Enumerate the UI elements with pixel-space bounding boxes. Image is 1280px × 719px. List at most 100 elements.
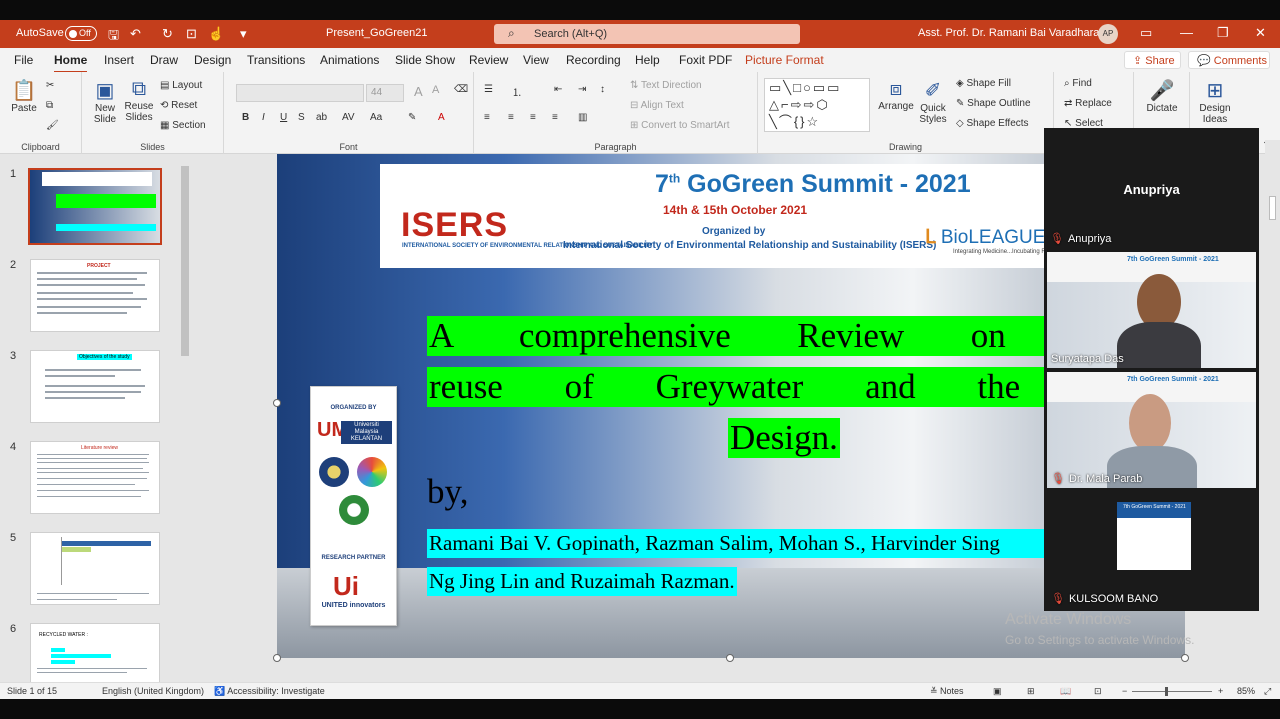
copy-icon[interactable]: ⧉ (46, 100, 53, 111)
zoom-slider-thumb[interactable] (1165, 687, 1168, 696)
participant-tile-kulsoom[interactable]: 7th GoGreen Summit - 2021 🎙 KULSOOM BANO (1047, 492, 1256, 608)
normal-view-icon[interactable]: ▣ (993, 686, 1002, 697)
increase-indent-icon[interactable]: ⇥ (578, 84, 586, 95)
columns-icon[interactable]: ▥ (578, 112, 587, 123)
touch-mode-icon[interactable]: ☝ (208, 26, 224, 42)
new-slide-button[interactable]: ▣ New Slide (88, 78, 122, 125)
slide-thumbnail-4[interactable]: Literature review (30, 441, 160, 514)
convert-smartart-button[interactable]: ⊞ Convert to SmartArt (630, 120, 730, 131)
save-icon[interactable]: 🖫 (108, 26, 119, 48)
ribbon-display-icon[interactable]: ▭ (1140, 25, 1152, 41)
replace-button[interactable]: ⇄ Replace (1064, 98, 1112, 109)
strikethrough-icon[interactable]: ab (316, 112, 327, 123)
decrease-indent-icon[interactable]: ⇤ (554, 84, 562, 95)
align-left-icon[interactable]: ≡ (484, 112, 490, 123)
tab-view[interactable]: View (523, 53, 549, 67)
share-button[interactable]: ⇪ Share (1124, 51, 1181, 69)
arrange-button[interactable]: ⧈ Arrange (878, 78, 914, 112)
design-ideas-button[interactable]: ⊞ Design Ideas (1192, 78, 1238, 125)
zoom-slider-track[interactable] (1132, 691, 1212, 692)
redo-icon[interactable]: ↻ (162, 26, 173, 42)
tab-animations[interactable]: Animations (320, 53, 379, 67)
shape-effects-button[interactable]: ◇ Shape Effects (956, 118, 1029, 129)
align-text-button[interactable]: ⊟ Align Text (630, 100, 684, 111)
search-box[interactable]: ⌕ Search (Alt+Q) (494, 24, 800, 44)
tab-file[interactable]: File (14, 53, 33, 67)
tab-help[interactable]: Help (635, 53, 660, 67)
tab-design[interactable]: Design (194, 53, 231, 67)
tab-home[interactable]: Home (54, 53, 88, 74)
reset-button[interactable]: ⟲ Reset (160, 100, 197, 111)
clear-format-icon[interactable]: ⌫ (454, 84, 468, 95)
participant-tile-suryatapa[interactable]: 7th GoGreen Summit - 2021 Suryatapa Das (1047, 252, 1256, 368)
find-button[interactable]: ⌕ Find (1064, 78, 1092, 89)
bullets-icon[interactable]: ☰ (484, 84, 493, 95)
slide-thumbnail-5[interactable] (30, 532, 160, 605)
shadow-icon[interactable]: S (298, 112, 305, 123)
align-right-icon[interactable]: ≡ (530, 112, 536, 123)
char-spacing-icon[interactable]: AV (342, 112, 355, 123)
zoom-out-icon[interactable]: − (1122, 686, 1127, 696)
restore-icon[interactable]: ❐ (1217, 25, 1229, 41)
align-center-icon[interactable]: ≡ (508, 112, 514, 123)
comments-button[interactable]: 💬 Comments (1188, 51, 1270, 69)
avatar[interactable]: AP (1098, 24, 1118, 44)
paste-button[interactable]: 📋 Paste (8, 78, 40, 114)
resize-handle-left[interactable] (273, 399, 281, 407)
change-case-icon[interactable]: Aa (370, 112, 382, 123)
font-size-box[interactable]: 44 (366, 84, 404, 102)
decrease-font-icon[interactable]: A (432, 84, 439, 96)
cut-icon[interactable]: ✂ (46, 80, 54, 91)
shape-fill-button[interactable]: ◈ Shape Fill (956, 78, 1011, 89)
customize-qat-icon[interactable]: ▾ (240, 26, 247, 42)
thumbnails-scrollbar[interactable] (178, 154, 192, 682)
justify-icon[interactable]: ≡ (552, 112, 558, 123)
slide-thumbnail-3[interactable]: Objectives of the study (30, 350, 160, 423)
reuse-slides-button[interactable]: ⧉ Reuse Slides (122, 78, 156, 123)
resize-handle-bottom-left[interactable] (273, 654, 281, 662)
slide-title-line-3[interactable]: Design. (728, 418, 840, 458)
resize-handle-bottom[interactable] (726, 654, 734, 662)
thumbnails-scrollbar-thumb[interactable] (181, 166, 189, 356)
slide-by-label[interactable]: by, (427, 472, 468, 512)
tab-draw[interactable]: Draw (150, 53, 178, 67)
tab-picture-format[interactable]: Picture Format (745, 53, 824, 67)
document-filename[interactable]: Present_GoGreen21 (326, 27, 428, 39)
layout-button[interactable]: ▤ Layout (160, 80, 202, 91)
tab-transitions[interactable]: Transitions (247, 53, 305, 67)
underline-icon[interactable]: U (280, 112, 287, 123)
notes-button[interactable]: ≚ Notes (930, 686, 964, 697)
zoom-in-icon[interactable]: + (1218, 686, 1223, 696)
numbering-icon[interactable]: ⒈ (512, 84, 522, 99)
line-spacing-icon[interactable]: ↕ (600, 84, 605, 95)
font-name-box[interactable] (236, 84, 364, 102)
canvas-scrollbar[interactable] (1265, 140, 1280, 682)
quick-styles-button[interactable]: ✐ Quick Styles (914, 78, 952, 125)
minimize-icon[interactable]: — (1180, 25, 1193, 40)
italic-icon[interactable]: I (262, 112, 265, 123)
dictate-button[interactable]: 🎤 Dictate (1144, 78, 1180, 114)
rollup-banner-image[interactable]: ORGANIZED BY UMK Universiti Malaysia KEL… (310, 386, 397, 626)
shape-outline-button[interactable]: ✎ Shape Outline (956, 98, 1031, 109)
font-color-icon[interactable]: A (438, 112, 445, 123)
shapes-gallery[interactable]: ▭╲□○▭▭ △⌐⇨⇨⬡ ╲⌒{}☆ (764, 78, 870, 132)
tab-review[interactable]: Review (469, 53, 508, 67)
zoom-level[interactable]: 85% (1237, 686, 1255, 696)
highlight-icon[interactable]: ✎ (408, 112, 416, 123)
slide-authors-line-2[interactable]: Ng Jing Lin and Ruzaimah Razman. (427, 567, 737, 596)
fit-slide-icon[interactable]: ⤢ (1264, 686, 1271, 697)
slideshow-icon[interactable]: ⊡ (1094, 686, 1102, 697)
bold-icon[interactable]: B (242, 112, 249, 123)
participant-tile-mala[interactable]: 7th GoGreen Summit - 2021 🎙 Dr. Mala Para… (1047, 372, 1256, 488)
slide-sorter-icon[interactable]: ⊞ (1027, 686, 1035, 697)
tab-slide-show[interactable]: Slide Show (395, 53, 455, 67)
language-indicator[interactable]: English (United Kingdom) (102, 686, 204, 696)
tab-insert[interactable]: Insert (104, 53, 134, 67)
tab-foxit-pdf[interactable]: Foxit PDF (679, 53, 732, 67)
text-direction-button[interactable]: ⇅ Text Direction (630, 80, 702, 91)
slide-thumbnail-2[interactable]: PROJECT (30, 259, 160, 332)
increase-font-icon[interactable]: A (414, 84, 423, 99)
slide-thumbnail-6[interactable]: RECYCLED WATER : (30, 623, 160, 682)
undo-icon[interactable]: ↶ (130, 26, 141, 42)
reading-view-icon[interactable]: 📖 (1060, 686, 1071, 697)
